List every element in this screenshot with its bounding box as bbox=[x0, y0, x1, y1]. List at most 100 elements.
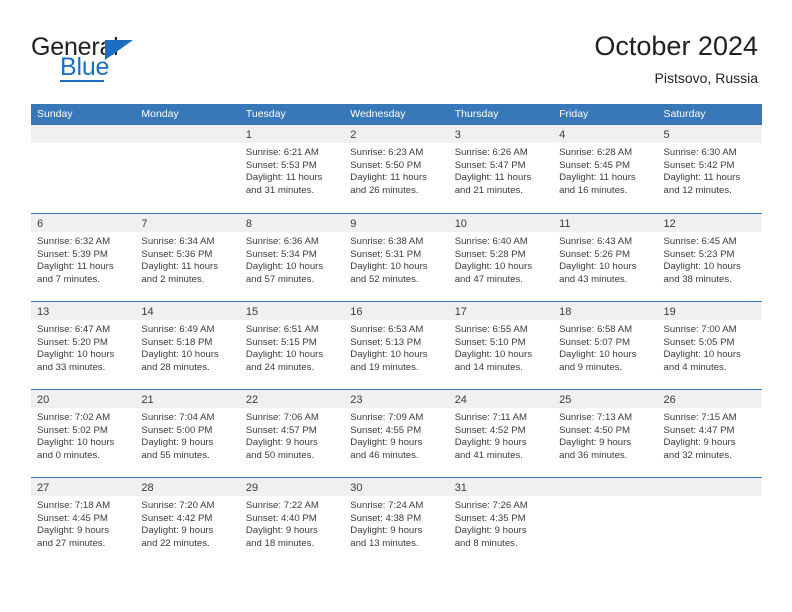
day-detail-line: Sunset: 4:55 PM bbox=[350, 424, 422, 436]
day-detail-line: Daylight: 11 hours bbox=[350, 172, 427, 184]
calendar-day-cell[interactable]: 17 Sunrise: 6:55 AM Sunset: 5:10 PM Dayligh… bbox=[448, 302, 554, 389]
calendar-day-cell[interactable]: 6 Sunrise: 6:32 AM Sunset: 5:39 PM Daylight… bbox=[31, 214, 136, 301]
day-details: Sunrise: 6:28 AM Sunset: 5:45 PM Daylight:… bbox=[553, 143, 657, 197]
calendar-week-row: 13 Sunrise: 6:47 AM Sunset: 5:20 PM Dayligh… bbox=[31, 301, 762, 389]
weekday-header-friday: Friday bbox=[559, 108, 589, 120]
day-detail-line: Daylight: 9 hours bbox=[454, 437, 527, 449]
day-detail-line: Sunrise: 6:30 AM bbox=[663, 147, 737, 158]
calendar-day-cell[interactable]: 30 Sunrise: 7:24 AM Sunset: 4:38 PM Dayligh… bbox=[344, 478, 449, 565]
day-details: Sunrise: 7:20 AM Sunset: 4:42 PM Daylight:… bbox=[135, 496, 239, 550]
day-number: 3 bbox=[454, 129, 461, 141]
day-detail-line: and 27 minutes. bbox=[37, 537, 106, 549]
calendar-day-cell[interactable]: 18 Sunrise: 6:58 AM Sunset: 5:07 PM Dayligh… bbox=[553, 302, 658, 389]
day-details: Sunrise: 6:51 AM Sunset: 5:15 PM Daylight:… bbox=[240, 320, 344, 374]
day-detail-line: Sunrise: 7:22 AM bbox=[245, 500, 319, 511]
day-number: 25 bbox=[559, 394, 572, 406]
day-detail-line: Daylight: 10 hours bbox=[454, 349, 533, 361]
day-detail-line: and 2 minutes. bbox=[141, 273, 205, 285]
calendar-day-cell[interactable]: 5 Sunrise: 6:30 AM Sunset: 5:42 PM Daylight… bbox=[657, 125, 762, 213]
day-number-bar bbox=[657, 478, 762, 496]
day-detail-line: Daylight: 10 hours bbox=[350, 349, 428, 361]
calendar-day-cell[interactable]: 11 Sunrise: 6:43 AM Sunset: 5:26 PM Dayligh… bbox=[553, 214, 658, 301]
calendar-day-cell[interactable]: 9 Sunrise: 6:38 AM Sunset: 5:31 PM Daylight… bbox=[344, 214, 449, 301]
calendar-week-row: 1 Sunrise: 6:21 AM Sunset: 5:53 PM Daylight… bbox=[31, 125, 762, 213]
day-number-bar: 20 bbox=[31, 390, 136, 408]
calendar-week-row: 27 Sunrise: 7:18 AM Sunset: 4:45 PM Dayligh… bbox=[31, 477, 762, 565]
calendar-day-cell[interactable]: 1 Sunrise: 6:21 AM Sunset: 5:53 PM Daylight… bbox=[239, 125, 345, 213]
day-number-bar: 27 bbox=[31, 478, 136, 496]
day-number: 13 bbox=[37, 306, 50, 318]
day-detail-line: Daylight: 11 hours bbox=[245, 172, 323, 184]
calendar-day-cell[interactable]: 7 Sunrise: 6:34 AM Sunset: 5:36 PM Daylight… bbox=[135, 214, 240, 301]
day-details: Sunrise: 6:58 AM Sunset: 5:07 PM Daylight:… bbox=[553, 320, 657, 374]
day-detail-line: Sunrise: 6:43 AM bbox=[559, 236, 633, 247]
calendar-day-cell[interactable]: 12 Sunrise: 6:45 AM Sunset: 5:23 PM Dayligh… bbox=[657, 214, 762, 301]
calendar-day-cell[interactable]: 3 Sunrise: 6:26 AM Sunset: 5:47 PM Daylight… bbox=[448, 125, 554, 213]
calendar-day-cell[interactable]: 20 Sunrise: 7:02 AM Sunset: 5:02 PM Dayligh… bbox=[31, 390, 136, 477]
calendar-day-cell[interactable]: 8 Sunrise: 6:36 AM Sunset: 5:34 PM Daylight… bbox=[239, 214, 345, 301]
day-number: 27 bbox=[37, 482, 50, 494]
day-details: Sunrise: 7:13 AM Sunset: 4:50 PM Daylight:… bbox=[553, 408, 657, 462]
day-detail-line: Sunset: 4:45 PM bbox=[37, 512, 108, 524]
day-number-bar: 4 bbox=[553, 125, 658, 143]
day-detail-line: Sunrise: 6:47 AM bbox=[37, 324, 111, 335]
calendar-day-cell[interactable]: 23 Sunrise: 7:09 AM Sunset: 4:55 PM Dayligh… bbox=[344, 390, 449, 477]
day-details: Sunrise: 6:34 AM Sunset: 5:36 PM Daylight:… bbox=[135, 232, 239, 286]
day-detail-line: Sunset: 5:02 PM bbox=[37, 424, 108, 436]
day-details: Sunrise: 6:49 AM Sunset: 5:18 PM Daylight:… bbox=[135, 320, 239, 374]
calendar-day-cell[interactable]: 19 Sunrise: 7:00 AM Sunset: 5:05 PM Dayligh… bbox=[657, 302, 762, 389]
calendar-day-cell[interactable]: 25 Sunrise: 7:13 AM Sunset: 4:50 PM Dayligh… bbox=[553, 390, 658, 477]
general-blue-logo[interactable]: General Blue bbox=[31, 33, 231, 85]
calendar-day-cell[interactable]: 31 Sunrise: 7:26 AM Sunset: 4:35 PM Dayligh… bbox=[448, 478, 554, 565]
day-detail-line: Daylight: 9 hours bbox=[559, 437, 632, 449]
day-details: Sunrise: 7:15 AM Sunset: 4:47 PM Daylight:… bbox=[658, 408, 762, 462]
calendar-day-cell[interactable]: 4 Sunrise: 6:28 AM Sunset: 5:45 PM Daylight… bbox=[553, 125, 658, 213]
title-block: October 2024 Pistsovo, Russia bbox=[594, 30, 758, 88]
day-detail-line: Sunset: 5:42 PM bbox=[663, 159, 735, 171]
calendar-day-cell[interactable]: 21 Sunrise: 7:04 AM Sunset: 5:00 PM Dayligh… bbox=[135, 390, 240, 477]
calendar-day-cell[interactable]: 2 Sunrise: 6:23 AM Sunset: 5:50 PM Daylight… bbox=[344, 125, 449, 213]
day-detail-line: Sunset: 4:57 PM bbox=[245, 424, 317, 436]
day-number-bar: 1 bbox=[239, 125, 345, 143]
calendar-day-cell[interactable]: 14 Sunrise: 6:49 AM Sunset: 5:18 PM Dayligh… bbox=[135, 302, 240, 389]
calendar-day-cell[interactable]: 29 Sunrise: 7:22 AM Sunset: 4:40 PM Dayligh… bbox=[239, 478, 345, 565]
calendar-day-cell[interactable]: 10 Sunrise: 6:40 AM Sunset: 5:28 PM Dayligh… bbox=[448, 214, 554, 301]
calendar-page: General Blue October 2024 Pistsovo, Russ… bbox=[0, 0, 792, 612]
day-detail-line: and 22 minutes. bbox=[141, 537, 210, 549]
day-number: 2 bbox=[350, 129, 357, 141]
calendar-day-cell[interactable]: 24 Sunrise: 7:11 AM Sunset: 4:52 PM Dayligh… bbox=[448, 390, 554, 477]
calendar-grid: Sunday Monday Tuesday Wednesday Thursday Frid… bbox=[31, 104, 762, 565]
day-number: 7 bbox=[141, 218, 148, 230]
day-number-bar: 14 bbox=[135, 302, 240, 320]
day-details: Sunrise: 6:23 AM Sunset: 5:50 PM Daylight:… bbox=[344, 143, 448, 197]
calendar-day-cell[interactable]: 27 Sunrise: 7:18 AM Sunset: 4:45 PM Dayligh… bbox=[31, 478, 136, 565]
day-detail-line: Sunrise: 6:21 AM bbox=[245, 147, 319, 158]
day-detail-line: Sunset: 5:23 PM bbox=[663, 248, 735, 260]
day-detail-line: and 38 minutes. bbox=[663, 273, 732, 285]
calendar-day-cell[interactable]: 22 Sunrise: 7:06 AM Sunset: 4:57 PM Dayligh… bbox=[239, 390, 345, 477]
day-detail-line: Sunset: 5:07 PM bbox=[559, 336, 631, 348]
day-detail-line: Sunrise: 6:23 AM bbox=[350, 147, 424, 158]
day-detail-line: Sunrise: 6:58 AM bbox=[559, 324, 633, 335]
day-detail-line: Sunset: 4:40 PM bbox=[245, 512, 317, 524]
day-number: 12 bbox=[663, 218, 676, 230]
day-number-bar: 7 bbox=[135, 214, 240, 232]
weekday-header-monday: Monday bbox=[141, 108, 179, 120]
day-detail-line: Sunset: 4:52 PM bbox=[454, 424, 526, 436]
day-detail-line: Daylight: 10 hours bbox=[245, 261, 324, 273]
page-title: October 2024 bbox=[594, 31, 758, 61]
day-number-bar: 21 bbox=[135, 390, 240, 408]
day-detail-line: Sunrise: 7:18 AM bbox=[37, 500, 111, 511]
day-details: Sunrise: 6:45 AM Sunset: 5:23 PM Daylight:… bbox=[658, 232, 762, 286]
calendar-day-cell[interactable]: 28 Sunrise: 7:20 AM Sunset: 4:42 PM Dayligh… bbox=[135, 478, 240, 565]
calendar-day-cell[interactable]: 15 Sunrise: 6:51 AM Sunset: 5:15 PM Dayligh… bbox=[239, 302, 345, 389]
day-number: 23 bbox=[350, 394, 363, 406]
calendar-day-cell[interactable]: 26 Sunrise: 7:15 AM Sunset: 4:47 PM Dayligh… bbox=[657, 390, 762, 477]
day-number-bar: 12 bbox=[657, 214, 762, 232]
day-detail-line: Sunset: 4:47 PM bbox=[663, 424, 735, 436]
day-detail-line: Sunset: 5:28 PM bbox=[454, 248, 526, 260]
day-detail-line: and 14 minutes. bbox=[454, 361, 523, 373]
calendar-day-cell[interactable]: 16 Sunrise: 6:53 AM Sunset: 5:13 PM Dayligh… bbox=[344, 302, 449, 389]
calendar-day-cell[interactable]: 13 Sunrise: 6:47 AM Sunset: 5:20 PM Dayligh… bbox=[31, 302, 136, 389]
calendar-day-cell-empty bbox=[31, 125, 136, 213]
